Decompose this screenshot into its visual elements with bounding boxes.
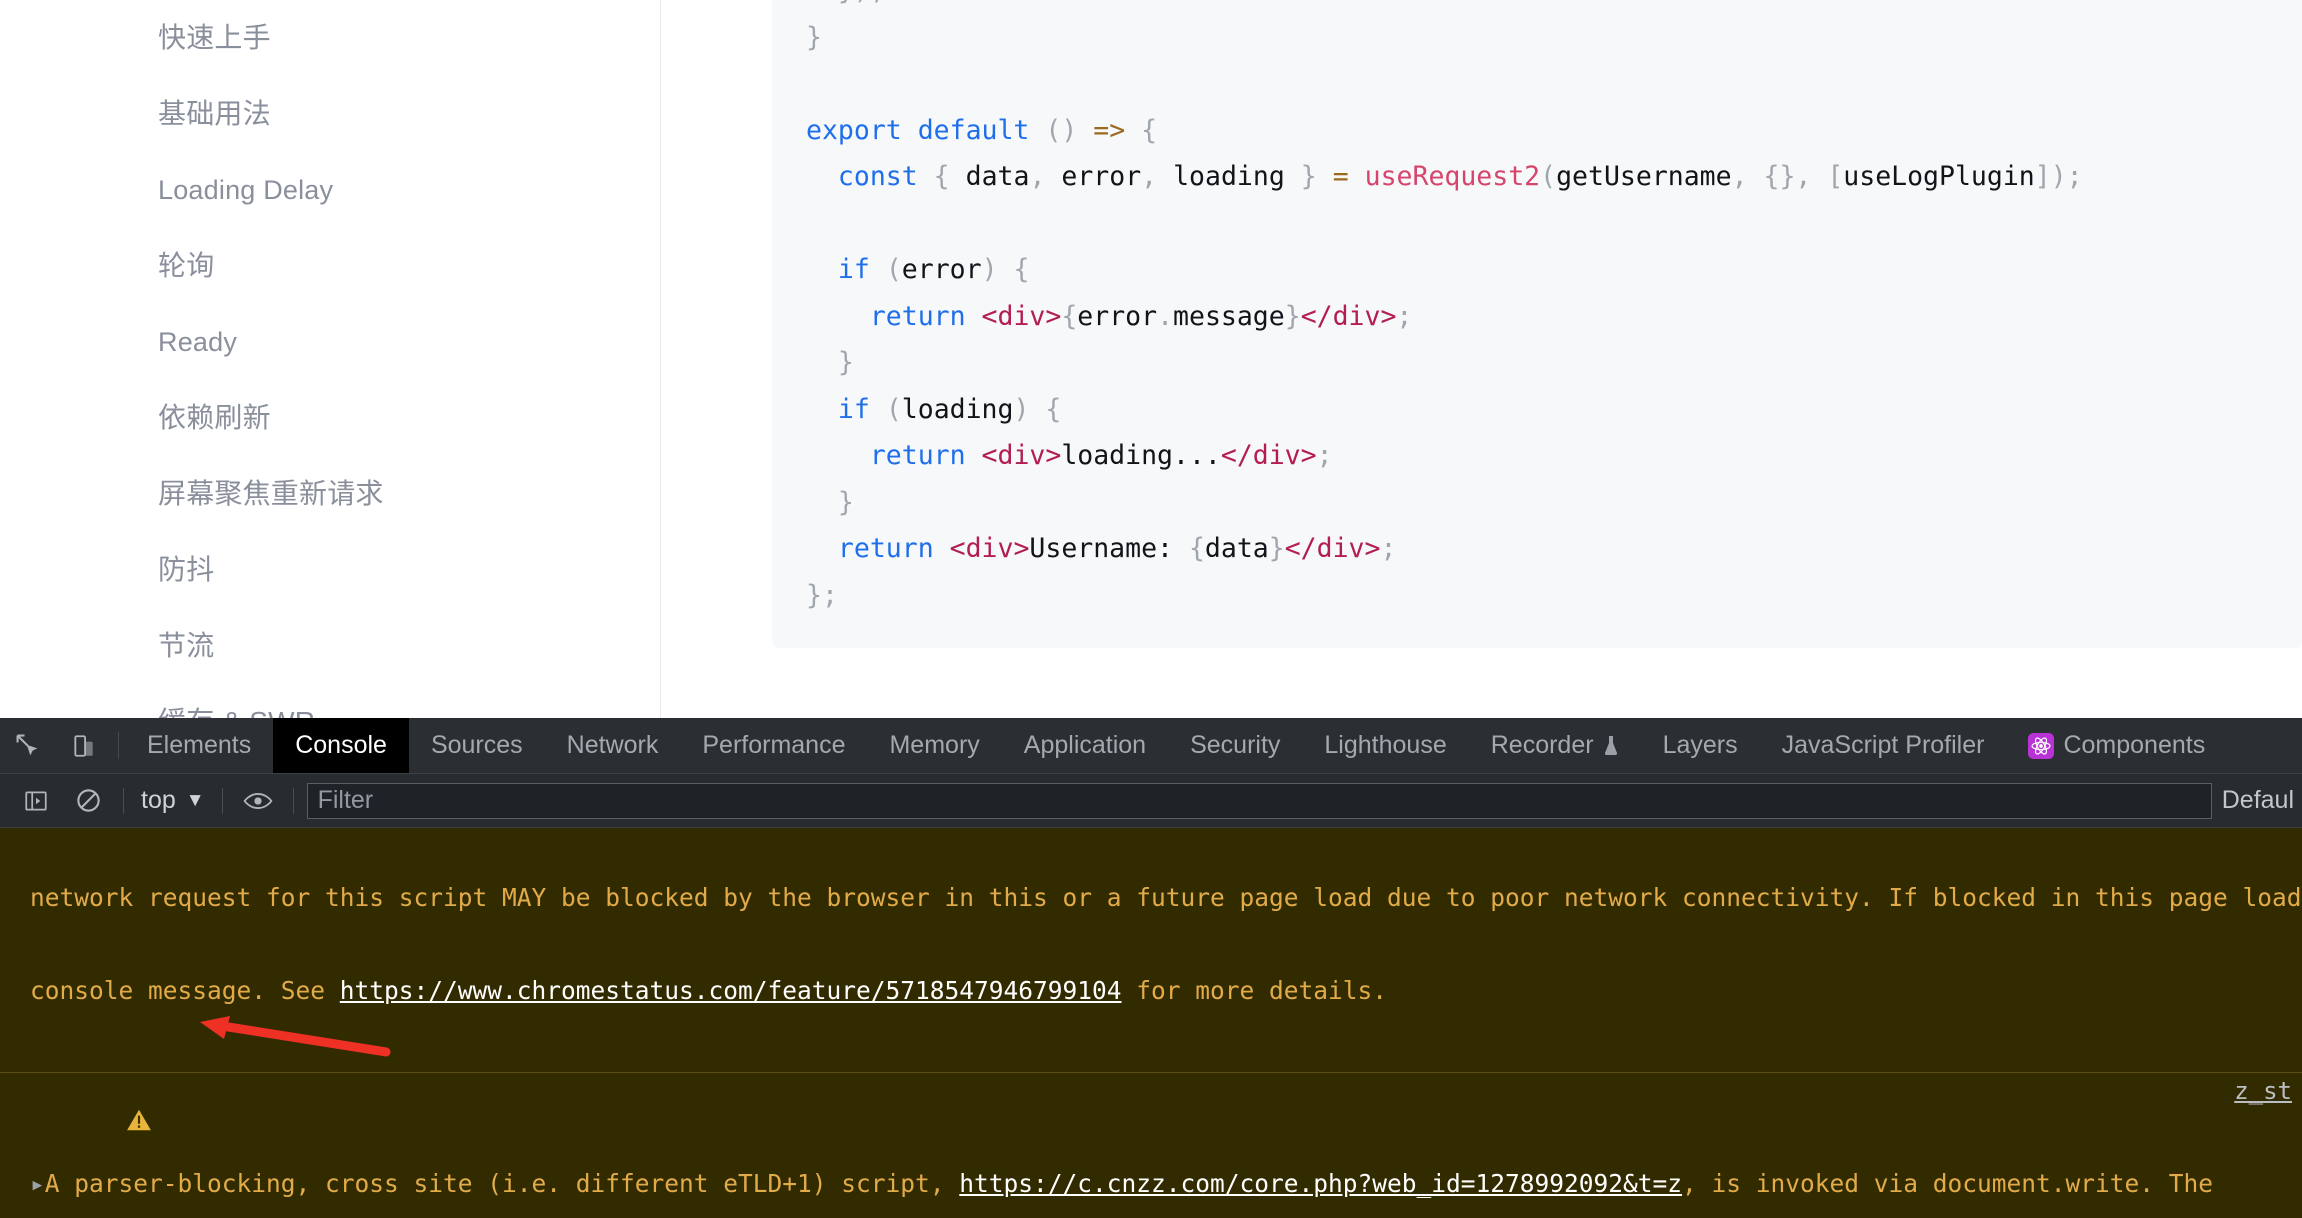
chromestatus-link[interactable]: https://www.chromestatus.com/feature/571…: [340, 976, 1122, 1005]
sidebar-item-2[interactable]: Loading Delay: [0, 152, 660, 228]
device-toolbar-icon[interactable]: [56, 718, 112, 773]
clear-console-icon[interactable]: [62, 787, 114, 814]
sidebar-item-label: 缓存 & SWR: [158, 708, 315, 719]
sidebar-item-label: 依赖刷新: [158, 402, 271, 433]
documentation-page: 快速上手 基础用法 Loading Delay 轮询 Ready 依赖刷新 屏幕…: [0, 0, 2302, 718]
sidebar-item-5[interactable]: 依赖刷新: [0, 380, 660, 456]
sidebar-item-label: Ready: [158, 326, 238, 357]
console-warning-message[interactable]: ▸A parser-blocking, cross site (i.e. dif…: [0, 1073, 2302, 1218]
sidebar-item-3[interactable]: 轮询: [0, 228, 660, 304]
tab-layers[interactable]: Layers: [1641, 718, 1760, 773]
tab-recorder[interactable]: Recorder: [1469, 718, 1641, 773]
toolbar-divider: [221, 787, 223, 814]
devtools-tabbar: Elements Console Sources Network Perform…: [0, 718, 2302, 774]
tab-components[interactable]: Components: [2006, 718, 2227, 773]
tab-label: Memory: [889, 731, 980, 759]
tab-label: Recorder: [1490, 731, 1594, 759]
sidebar-item-7[interactable]: 防抖: [0, 532, 660, 608]
devtools-panel: Elements Console Sources Network Perform…: [0, 718, 2302, 1218]
tab-sources[interactable]: Sources: [409, 718, 545, 773]
cnzz-script-link[interactable]: https://c.cnzz.com/core.php?web_id=12789…: [959, 1169, 1682, 1198]
flask-icon: [1604, 735, 1617, 755]
console-toolbar: top ▼ Filter Defaul: [0, 774, 2302, 828]
tab-label: Elements: [147, 731, 252, 759]
tab-label: Components: [2063, 731, 2206, 759]
tab-label: Sources: [430, 731, 523, 759]
tab-elements[interactable]: Elements: [125, 718, 273, 773]
toolbar-divider: [118, 732, 119, 759]
code-content: }); } export default () => { const { dat…: [806, 0, 2083, 611]
console-message-list[interactable]: network request for this script MAY be b…: [0, 828, 2302, 1218]
tab-security[interactable]: Security: [1168, 718, 1302, 773]
sidebar-item-9[interactable]: 缓存 & SWR: [0, 684, 660, 719]
tab-label: Network: [566, 731, 659, 759]
filter-input[interactable]: Filter: [306, 782, 2212, 819]
toolbar-divider: [123, 787, 124, 814]
warning-headline: ▸A parser-blocking, cross site (i.e. dif…: [0, 1168, 2302, 1199]
warning-text-pre: A parser-blocking, cross site (i.e. diff…: [44, 1169, 960, 1198]
sidebar-item-label: 快速上手: [158, 22, 271, 53]
sidebar-item-1[interactable]: 基础用法: [0, 76, 660, 152]
tab-label: Layers: [1662, 731, 1738, 759]
sidebar-item-label: 防抖: [158, 554, 215, 585]
tab-label: Performance: [702, 731, 846, 759]
code-block: }); } export default () => { const { dat…: [772, 0, 2302, 648]
tab-lighthouse[interactable]: Lighthouse: [1302, 718, 1468, 773]
warning-text-line: network request for this script MAY be b…: [30, 883, 2302, 912]
execution-context-label: top: [141, 786, 176, 814]
console-warning-message[interactable]: network request for this script MAY be b…: [0, 828, 2302, 1073]
sidebar-item-8[interactable]: 节流: [0, 608, 660, 684]
warning-icon: [8, 1077, 151, 1131]
live-expression-icon[interactable]: [232, 790, 284, 812]
inspect-element-icon[interactable]: [0, 718, 56, 773]
tab-memory[interactable]: Memory: [867, 718, 1001, 773]
log-levels-select[interactable]: Defaul: [2222, 786, 2302, 815]
sidebar-item-label: 节流: [158, 630, 215, 661]
sidebar-item-label: Loading Delay: [158, 174, 334, 205]
docs-sidebar: 快速上手 基础用法 Loading Delay 轮询 Ready 依赖刷新 屏幕…: [0, 0, 661, 718]
tab-application[interactable]: Application: [1002, 718, 1168, 773]
sidebar-item-6[interactable]: 屏幕聚焦重新请求: [0, 456, 660, 532]
warning-text-post: , is invoked via document.write. The: [1682, 1169, 2214, 1198]
tab-label: Lighthouse: [1324, 731, 1447, 759]
tab-label: Security: [1190, 731, 1281, 759]
sidebar-item-label: 基础用法: [158, 98, 271, 129]
sidebar-item-4[interactable]: Ready: [0, 304, 660, 380]
tab-label: JavaScript Profiler: [1781, 731, 1985, 759]
warning-text-line: console message. See https://www.chromes…: [30, 976, 1388, 1005]
toolbar-divider: [292, 787, 294, 814]
sidebar-item-label: 屏幕聚焦重新请求: [158, 478, 384, 509]
tab-label: Console: [295, 731, 387, 759]
tab-performance[interactable]: Performance: [680, 718, 867, 773]
react-icon: [2028, 732, 2055, 759]
console-sidebar-icon[interactable]: [10, 788, 62, 814]
message-source-link[interactable]: z_st: [2234, 1076, 2292, 1107]
tab-javascript-profiler[interactable]: JavaScript Profiler: [1760, 718, 2007, 773]
expand-triangle-icon[interactable]: ▸: [30, 1169, 45, 1198]
tab-label: Application: [1023, 731, 1147, 759]
tab-network[interactable]: Network: [545, 718, 681, 773]
chevron-down-icon: ▼: [185, 789, 205, 811]
tab-console[interactable]: Console: [273, 718, 409, 773]
sidebar-item-0[interactable]: 快速上手: [0, 0, 660, 76]
sidebar-item-label: 轮询: [158, 250, 215, 281]
execution-context-select[interactable]: top ▼: [133, 786, 213, 815]
